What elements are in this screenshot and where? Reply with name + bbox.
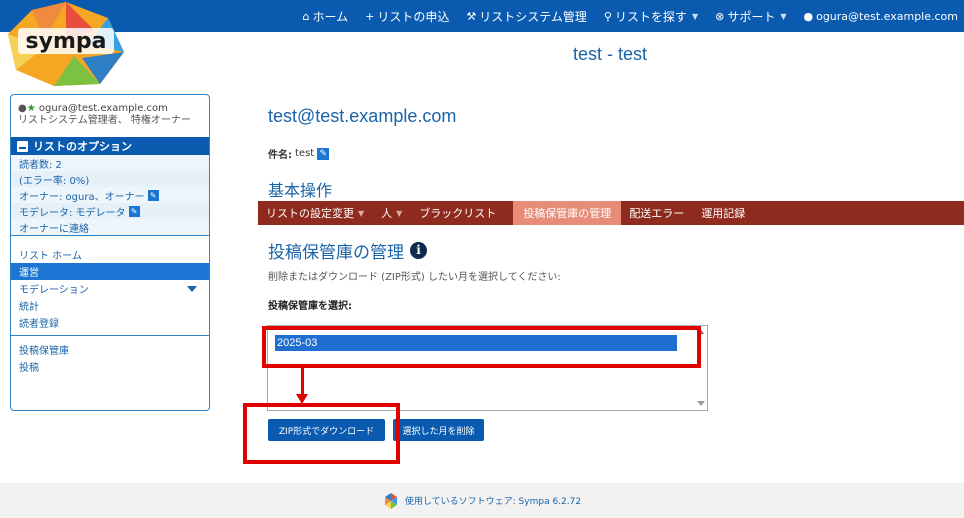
star-icon: ★: [26, 103, 36, 114]
sympa-logo[interactable]: sympa: [4, 0, 128, 88]
sidebar-user-info: ●★ ogura@test.example.com リストシステム管理者、 特権…: [11, 95, 209, 137]
nav-list-admin-label: リストシステム管理: [479, 9, 587, 24]
chevron-down-icon: ▼: [358, 208, 365, 218]
sidebar-moderators: モデレータ: モデレータ ✎: [11, 203, 209, 219]
envelope-icon: [17, 140, 28, 152]
tab-bounces[interactable]: 配送エラー: [629, 201, 693, 225]
instruction-text: 削除またはダウンロード (ZIP形式) したい月を選択してください:: [268, 272, 561, 283]
sidebar-item-moderation[interactable]: モデレーション: [11, 280, 209, 297]
sidebar-options-title: リストのオプション: [33, 140, 132, 153]
annotation-highlight-month: [262, 326, 701, 368]
chevron-down-icon: ▼: [396, 208, 403, 218]
sidebar-item-admin[interactable]: 運営: [11, 263, 209, 280]
tab-list-settings-label: リストの設定変更: [266, 207, 354, 220]
sidebar-item-post[interactable]: 投稿: [11, 358, 209, 375]
edit-icon[interactable]: ✎: [147, 189, 159, 201]
sidebar-options-header: リストのオプション: [11, 137, 209, 155]
footer: 使用しているソフトウェア: Sympa 6.2.72: [0, 483, 964, 518]
sidebar-contact-owner[interactable]: オーナーに連絡: [11, 219, 209, 235]
tab-archive-management[interactable]: 投稿保管庫の管理: [513, 201, 622, 225]
subscribers-count: 読者数: 2: [19, 159, 62, 171]
annotation-highlight-download: [243, 403, 400, 464]
nav-search-list-label: リストを探す: [614, 9, 687, 24]
archive-manage-heading: 投稿保管庫の管理 i: [268, 238, 427, 263]
sidebar-item-stats[interactable]: 統計: [11, 297, 209, 314]
logo-text: sympa: [26, 29, 107, 54]
plus-icon: +: [365, 9, 375, 23]
nav-user[interactable]: ● ogura@test.example.com: [803, 10, 958, 23]
chevron-down-icon[interactable]: [187, 285, 197, 292]
edit-icon[interactable]: ✎: [128, 205, 140, 217]
top-nav-menu: ⌂ ホーム + リストの申込 ⚒ リストシステム管理 ⚲ リストを探す ▼ ⊗ …: [285, 0, 958, 32]
wrench-icon: ⚒: [466, 9, 477, 23]
sidebar: ●★ ogura@test.example.com リストシステム管理者、 特権…: [10, 94, 210, 411]
edit-icon[interactable]: ✎: [317, 147, 330, 160]
tab-blacklist[interactable]: ブラックリスト: [419, 201, 505, 225]
section-title: 基本操作: [268, 181, 333, 200]
nav-request-list-label: リストの申込: [377, 9, 450, 24]
user-icon: ●: [18, 103, 27, 114]
nav-search-list[interactable]: ⚲ リストを探す ▼: [604, 8, 698, 25]
nav-user-label: ogura@test.example.com: [816, 9, 958, 23]
sidebar-owners: オーナー: ogura、オーナー ✎: [11, 187, 209, 203]
nav-support[interactable]: ⊗ サポート ▼: [715, 8, 786, 25]
sidebar-item-moderation-label: モデレーション: [19, 285, 89, 296]
nav-home-label: ホーム: [312, 9, 349, 24]
subject-label: 件名:: [268, 150, 292, 161]
chevron-down-icon: ▼: [691, 11, 699, 21]
sidebar-item-subscribe[interactable]: 読者登録: [11, 314, 209, 331]
nav-home[interactable]: ⌂ ホーム: [302, 8, 348, 25]
error-rate-text: (エラー率: 0%): [19, 175, 90, 187]
nav-support-label: サポート: [727, 9, 776, 24]
lifebuoy-icon: ⊗: [715, 9, 725, 23]
top-navbar: ⌂ ホーム + リストの申込 ⚒ リストシステム管理 ⚲ リストを探す ▼ ⊗ …: [0, 0, 964, 32]
sidebar-item-list-home[interactable]: リスト ホーム: [11, 246, 209, 263]
sidebar-user-roles: リストシステム管理者、 特権オーナー: [18, 115, 191, 126]
home-icon: ⌂: [302, 9, 310, 23]
search-icon: ⚲: [603, 9, 612, 23]
contact-owner-link[interactable]: オーナーに連絡: [19, 220, 89, 235]
footer-text[interactable]: 使用しているソフトウェア: Sympa 6.2.72: [405, 494, 581, 507]
tab-people-label: 人: [381, 207, 393, 220]
sympa-small-logo[interactable]: [383, 492, 399, 509]
page-title: test - test: [572, 44, 648, 64]
delete-month-button[interactable]: 選択した月を削除: [393, 419, 484, 441]
owners-text: オーナー: ogura、オーナー: [19, 191, 145, 203]
tab-people[interactable]: 人 ▼: [381, 201, 411, 225]
nav-list-admin[interactable]: ⚒ リストシステム管理: [466, 8, 587, 25]
chevron-down-icon: ▼: [780, 11, 787, 21]
user-icon: ●: [803, 9, 814, 23]
nav-request-list[interactable]: + リストの申込: [365, 8, 449, 25]
subject-row: 件名: test ✎: [268, 146, 330, 161]
tab-list-settings[interactable]: リストの設定変更 ▼: [266, 201, 373, 225]
sidebar-subscribers: 読者数: 2: [11, 155, 209, 171]
subject-value: test: [295, 148, 315, 159]
sidebar-user-email: ogura@test.example.com: [38, 103, 168, 114]
tab-logs[interactable]: 運用記録: [701, 201, 754, 225]
scroll-down-icon[interactable]: [697, 401, 705, 406]
info-icon[interactable]: i: [410, 242, 427, 259]
archive-manage-title: 投稿保管庫の管理: [268, 243, 404, 263]
archive-select-label: 投稿保管庫を選択:: [268, 301, 352, 312]
sidebar-item-archive[interactable]: 投稿保管庫: [11, 341, 209, 358]
admin-tabbar: リストの設定変更 ▼ 人 ▼ ブラックリスト 投稿保管庫の管理 配送エラー 運用…: [258, 201, 964, 225]
moderators-text: モデレータ: モデレータ: [19, 207, 126, 219]
list-address: test@test.example.com: [268, 106, 457, 126]
sidebar-error-rate: (エラー率: 0%): [11, 171, 209, 187]
